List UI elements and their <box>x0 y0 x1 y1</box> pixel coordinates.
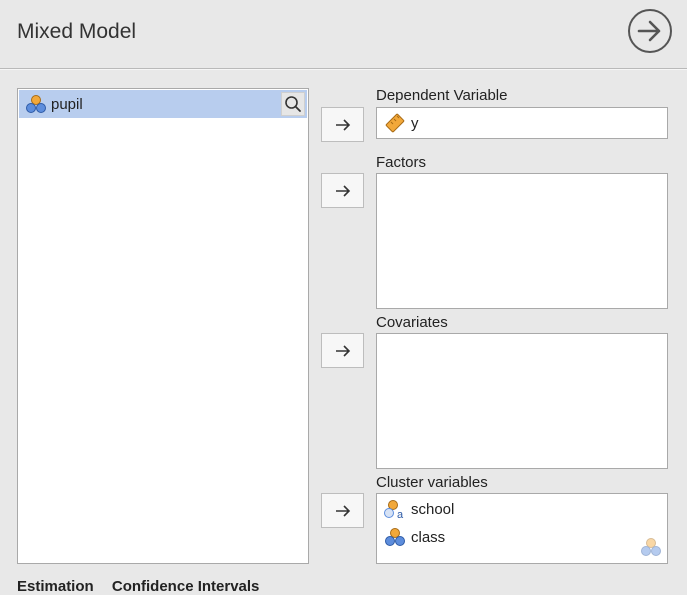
variable-label: y <box>411 114 419 132</box>
arrow-right-icon <box>335 504 350 517</box>
page-title: Mixed Model <box>17 20 137 43</box>
cluster-variables-label: Cluster variables <box>376 474 488 491</box>
variable-label: pupil <box>51 95 83 113</box>
search-icon <box>285 96 301 112</box>
covariates-box[interactable] <box>376 333 668 469</box>
list-item[interactable]: class <box>384 527 445 547</box>
search-button[interactable] <box>281 92 305 116</box>
variable-label: school <box>411 500 455 518</box>
move-to-cluster-button[interactable] <box>321 493 364 528</box>
move-to-factors-button[interactable] <box>321 173 364 208</box>
list-item[interactable]: pupil <box>19 90 307 118</box>
dependent-variable-label: Dependent Variable <box>376 87 508 104</box>
nominal-variable-icon <box>385 528 405 546</box>
move-to-covariates-button[interactable] <box>321 333 364 368</box>
list-item[interactable]: y <box>384 113 419 133</box>
nominal-text-variable-icon: a <box>384 500 404 519</box>
move-to-dependent-button[interactable] <box>321 107 364 142</box>
arrow-right-circle-icon <box>637 20 661 42</box>
arrow-right-icon <box>335 344 350 357</box>
run-button[interactable] <box>628 9 672 53</box>
arrow-right-icon <box>335 184 350 197</box>
cluster-variables-box[interactable]: a school class <box>376 493 668 564</box>
nominal-variable-icon <box>641 538 661 556</box>
svg-text:a: a <box>397 509 404 519</box>
arrow-right-icon <box>335 118 350 131</box>
factors-label: Factors <box>376 154 427 171</box>
factors-box[interactable] <box>376 173 668 309</box>
covariates-label: Covariates <box>376 314 448 331</box>
scale-variable-icon <box>385 113 405 133</box>
available-variables-list[interactable]: pupil <box>17 88 309 564</box>
list-item[interactable]: a school <box>384 499 454 519</box>
variable-label: class <box>411 528 446 546</box>
dependent-variable-box[interactable]: y <box>376 107 668 139</box>
nominal-variable-icon <box>26 95 46 113</box>
